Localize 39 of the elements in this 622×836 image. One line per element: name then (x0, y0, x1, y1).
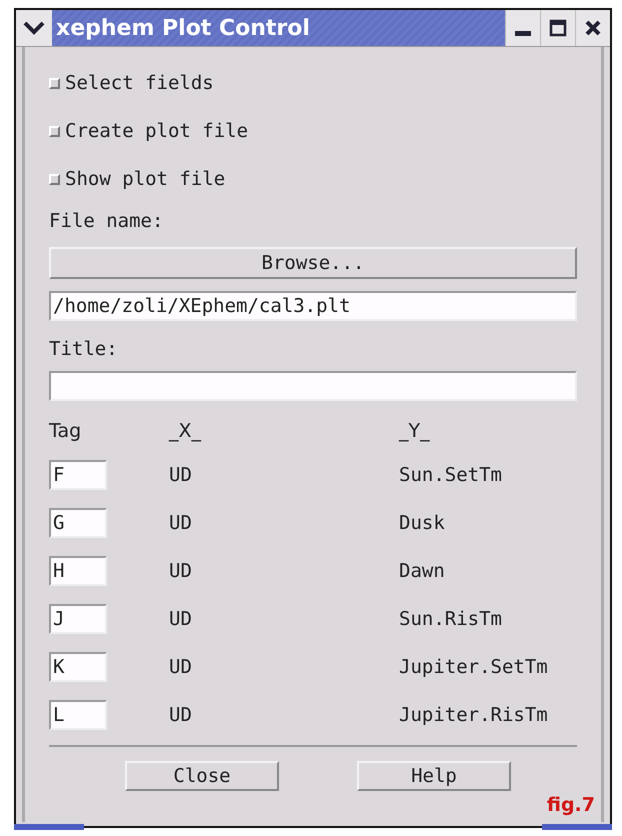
table-cell: UD (169, 704, 192, 726)
checkbox-label[interactable]: Select fields (65, 72, 214, 94)
close-button[interactable]: Close (125, 761, 279, 791)
close-icon[interactable] (584, 19, 602, 37)
tag-field[interactable]: G (49, 508, 107, 538)
tag-field[interactable]: K (49, 652, 107, 682)
checkbox[interactable] (49, 78, 60, 88)
table-cell: UD (169, 464, 192, 486)
table-cell: Jupiter.RisTm (399, 704, 548, 726)
checkbox[interactable] (49, 126, 60, 136)
window-title: xephem Plot Control (52, 10, 505, 46)
table-cell: UD (169, 656, 192, 678)
table-cell: UD (169, 512, 192, 534)
tag-field[interactable]: L (49, 700, 107, 730)
checkbox-label[interactable]: Create plot file (65, 120, 248, 142)
file-name-field[interactable]: /home/zoli/XEphem/cal3.plt (49, 291, 577, 321)
table-cell: UD (169, 560, 192, 582)
figure-caption: fig.7 (546, 794, 595, 816)
tag-field[interactable]: F (49, 460, 107, 490)
field-label: File name: (49, 210, 164, 232)
title-field[interactable] (49, 371, 577, 401)
column-header: _X_ (169, 420, 202, 442)
table-cell: Dusk (399, 512, 445, 534)
chevron-icon[interactable] (23, 21, 45, 35)
table-cell: Dawn (399, 560, 445, 582)
checkbox[interactable] (49, 174, 60, 184)
maximize-icon[interactable] (549, 19, 567, 37)
table-cell: Sun.RisTm (399, 608, 502, 630)
field-label: Title: (49, 338, 118, 360)
table-cell: Jupiter.SetTm (399, 656, 548, 678)
help-button[interactable]: Help (357, 761, 511, 791)
column-header: _Y_ (399, 420, 430, 442)
table-cell: Sun.SetTm (399, 464, 502, 486)
browse-button[interactable]: Browse... (49, 247, 577, 279)
tag-field[interactable]: J (49, 604, 107, 634)
column-header: Tag (49, 420, 82, 442)
table-cell: UD (169, 608, 192, 630)
tag-field[interactable]: H (49, 556, 107, 586)
checkbox-label[interactable]: Show plot file (65, 168, 226, 190)
